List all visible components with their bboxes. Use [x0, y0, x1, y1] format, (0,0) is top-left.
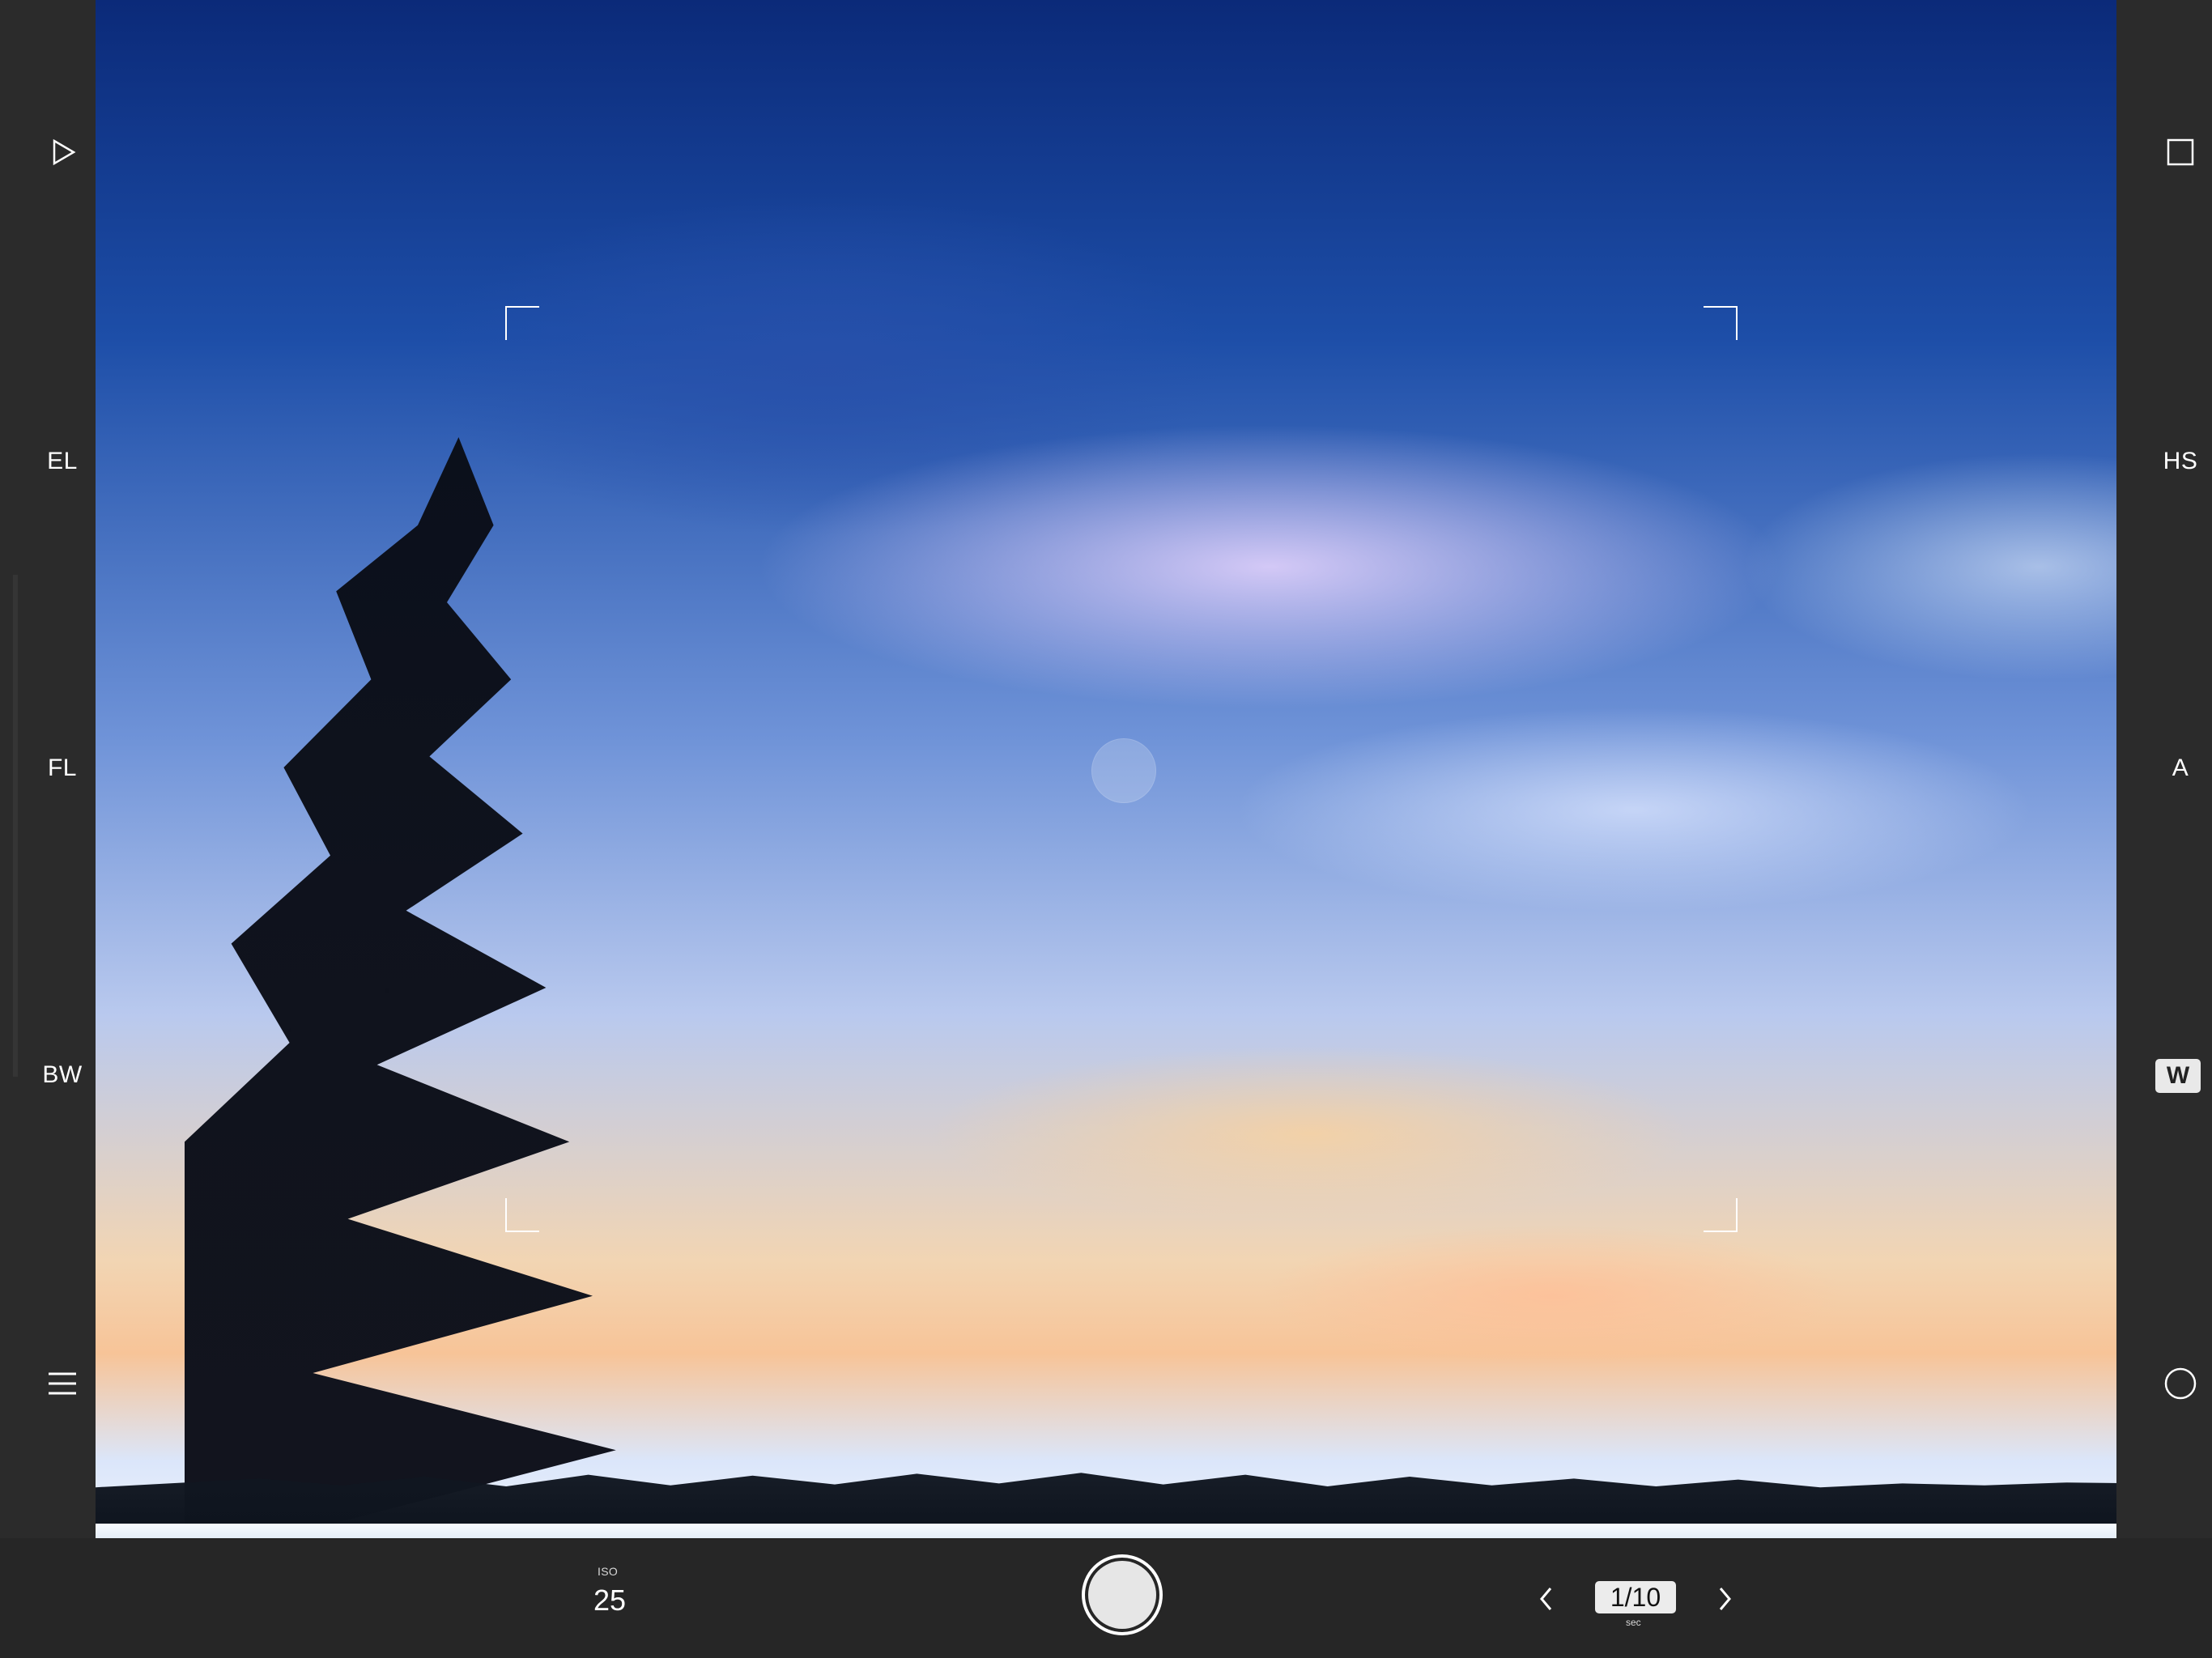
hs-label: HS: [2163, 448, 2198, 474]
el-button[interactable]: EL: [34, 433, 91, 490]
bw-button[interactable]: BW: [34, 1047, 91, 1103]
a-button[interactable]: A: [2152, 740, 2209, 797]
circle-icon: [2164, 1367, 2197, 1400]
chevron-left-icon: [1540, 1588, 1552, 1610]
focus-corner-top-right: [1704, 306, 1738, 340]
a-label: A: [2172, 755, 2189, 781]
shutter-speed-next-button[interactable]: [1710, 1583, 1739, 1615]
square-icon: [2167, 138, 2194, 166]
focus-corner-top-left: [505, 306, 539, 340]
el-label: EL: [47, 448, 78, 474]
fl-label: FL: [47, 755, 77, 781]
menu-button[interactable]: [34, 1355, 91, 1412]
circle-button[interactable]: [2152, 1355, 2209, 1412]
shutter-speed-prev-button[interactable]: [1532, 1583, 1561, 1615]
play-icon: [53, 138, 76, 166]
menu-icon: [49, 1372, 76, 1395]
frame-button[interactable]: [2152, 124, 2209, 181]
play-button[interactable]: [34, 124, 91, 181]
shutter-icon: [1088, 1561, 1156, 1629]
shutter-unit-label: sec: [1626, 1617, 1641, 1628]
focus-corner-bottom-right: [1704, 1198, 1738, 1232]
left-scroll-indicator: [13, 575, 18, 1077]
hs-button[interactable]: HS: [2152, 433, 2209, 490]
chevron-right-icon: [1719, 1588, 1731, 1610]
fl-button[interactable]: FL: [34, 740, 91, 797]
focus-corner-bottom-left: [505, 1198, 539, 1232]
iso-label: ISO: [598, 1565, 619, 1578]
snow-ground: [96, 1524, 2149, 1538]
shutter-speed-chip[interactable]: 1/10: [1595, 1581, 1676, 1613]
w-button[interactable]: W: [2155, 1059, 2201, 1093]
shutter-speed-value: 1/10: [1610, 1582, 1661, 1612]
bw-label: BW: [42, 1061, 83, 1088]
w-label: W: [2166, 1062, 2190, 1089]
iso-value[interactable]: 25: [593, 1584, 626, 1618]
focus-point[interactable]: [1091, 738, 1156, 803]
